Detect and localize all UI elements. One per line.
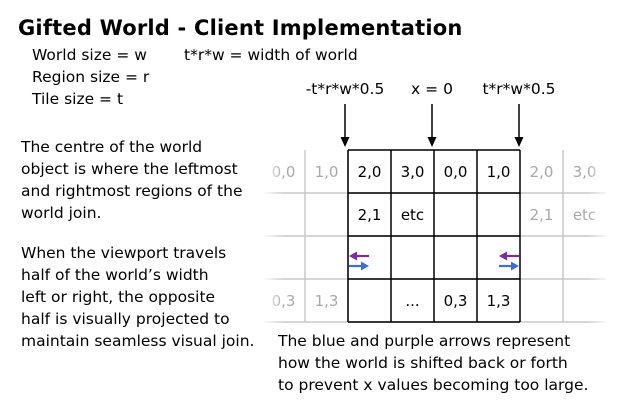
grid-cell-label: 0,3 [444, 292, 468, 310]
grid-cell-label: 2,0 [530, 163, 554, 181]
grid-cell-label: 2,1 [530, 206, 554, 224]
grid-cell-label: 1,3 [315, 292, 339, 310]
right-fade-overlay [588, 140, 610, 330]
region-grid-diagram: 0,01,02,03,00,01,02,03,02,1etc2,1etc0,31… [262, 104, 610, 330]
grid-cell-label: 1,3 [487, 292, 511, 310]
grid-cell-label: 2,1 [358, 206, 382, 224]
purple-arrow-head [349, 251, 357, 261]
pointer-arrow-head [427, 137, 437, 147]
grid-cell-label: 1,0 [315, 163, 339, 181]
pointer-arrow-head [340, 137, 350, 147]
pointer-arrow-head [514, 137, 524, 147]
grid-cell-label: 1,0 [487, 163, 511, 181]
grid-cell-label: 0,0 [444, 163, 468, 181]
grid-cell-label: 2,0 [358, 163, 382, 181]
grid-cell-label: etc [401, 206, 424, 224]
grid-cell-label: 3,0 [401, 163, 425, 181]
blue-arrow-head [511, 261, 519, 271]
purple-arrow-head [499, 251, 507, 261]
blue-arrow-head [361, 261, 369, 271]
left-fade-overlay [262, 140, 284, 330]
marker-pointers [340, 104, 524, 147]
grid-cell-label: ... [405, 292, 419, 310]
